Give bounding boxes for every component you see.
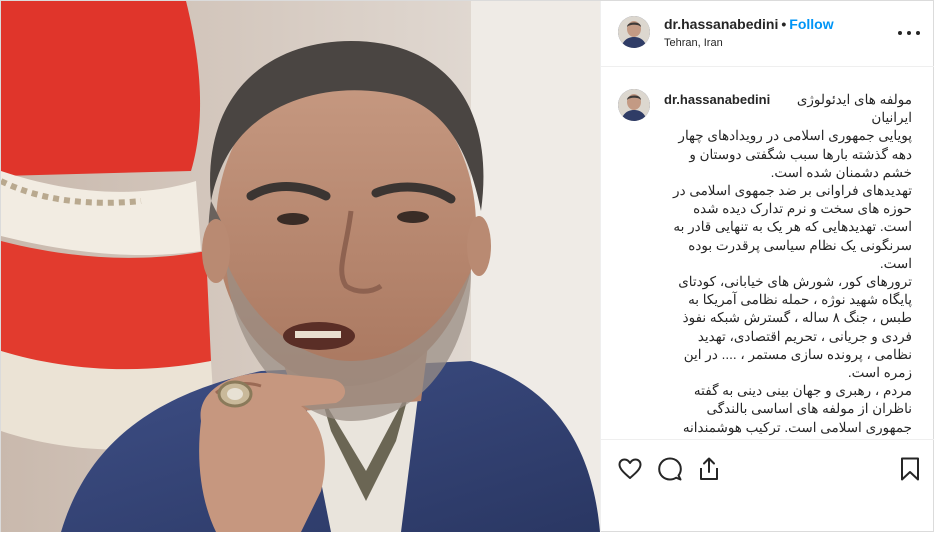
post-photo[interactable]	[1, 1, 600, 532]
author-username[interactable]: dr.hassanabedini	[664, 16, 778, 32]
post-caption: dr.hassanabedini مولفه های ایدئولوژی ایر…	[664, 91, 912, 437]
caption-username[interactable]: dr.hassanabedini	[664, 91, 770, 109]
separator-dot: •	[781, 16, 787, 32]
caption-text: مولفه های ایدئولوژی ایرانیان پویایی جمهو…	[673, 92, 912, 435]
heart-icon[interactable]	[617, 456, 643, 482]
share-icon[interactable]	[696, 456, 722, 482]
bookmark-icon[interactable]	[897, 456, 923, 482]
author-username-row: dr.hassanabedini • Follow	[664, 16, 834, 32]
more-options-icon[interactable]	[898, 23, 920, 43]
post-header: dr.hassanabedini • Follow Tehran, Iran	[601, 1, 934, 67]
location-link[interactable]: Tehran, Iran	[664, 37, 723, 49]
author-avatar[interactable]	[618, 16, 650, 48]
more-dot	[916, 31, 920, 35]
more-dot	[907, 31, 911, 35]
follow-button[interactable]: Follow	[789, 16, 833, 32]
post-dialog: dr.hassanabedini • Follow Tehran, Iran dr.…	[0, 0, 934, 532]
post-sidebar: dr.hassanabedini • Follow Tehran, Iran dr.…	[600, 1, 934, 532]
comments-section[interactable]: dr.hassanabedini مولفه های ایدئولوژی ایر…	[601, 67, 934, 439]
more-dot	[898, 31, 902, 35]
portrait-image	[1, 1, 600, 532]
comment-icon[interactable]	[657, 456, 683, 482]
action-bar	[601, 439, 934, 499]
caption-avatar[interactable]	[618, 89, 650, 121]
